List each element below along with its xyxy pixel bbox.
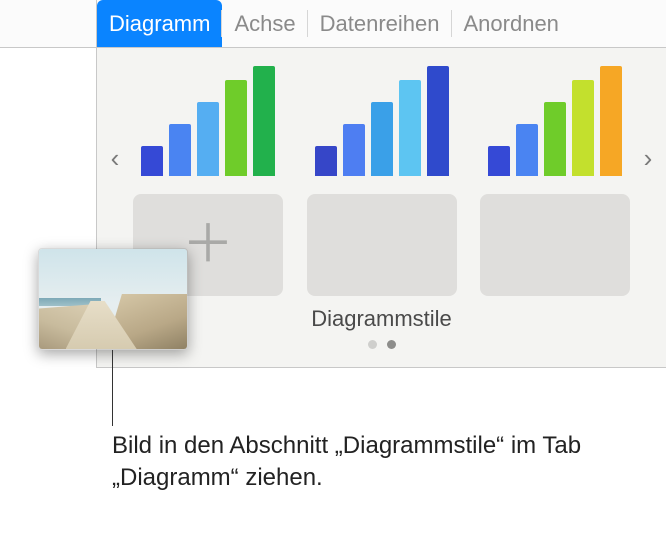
plus-icon: ＋ — [182, 219, 234, 271]
chart-bar — [488, 146, 510, 176]
chart-bar — [572, 80, 594, 176]
chart-bar — [516, 124, 538, 176]
chart-style-thumb[interactable] — [480, 66, 630, 176]
pager-dot[interactable] — [387, 340, 396, 349]
pager-dot[interactable] — [368, 340, 377, 349]
chart-bar — [253, 66, 275, 176]
chart-bar — [225, 80, 247, 176]
chart-bar — [197, 102, 219, 176]
chart-style-thumb[interactable] — [307, 66, 457, 176]
chart-bar — [315, 146, 337, 176]
tab-anordnen[interactable]: Anordnen — [452, 0, 571, 47]
tab-diagramm[interactable]: Diagramm — [97, 0, 222, 47]
chart-bar — [399, 80, 421, 176]
chart-bar — [600, 66, 622, 176]
chart-bar — [169, 124, 191, 176]
dragged-image-thumbnail[interactable] — [38, 248, 188, 350]
inspector-tabs: Diagramm Achse Datenreihen Anordnen — [97, 0, 666, 48]
chart-bar — [141, 146, 163, 176]
section-title: Diagrammstile — [133, 306, 630, 332]
chart-bar — [343, 124, 365, 176]
chart-bar — [544, 102, 566, 176]
tab-achse[interactable]: Achse — [222, 0, 307, 47]
empty-style-slot[interactable] — [307, 194, 457, 296]
empty-style-slot[interactable] — [480, 194, 630, 296]
chart-bar — [427, 66, 449, 176]
chart-bar — [371, 102, 393, 176]
callout-text: Bild in den Abschnitt „Diagrammstile“ im… — [112, 430, 632, 495]
chart-style-thumb[interactable] — [133, 66, 283, 176]
styles-pager — [133, 340, 630, 349]
panel-left-gutter — [0, 0, 96, 48]
styles-next-icon[interactable]: › — [634, 138, 662, 178]
tab-datenreihen[interactable]: Datenreihen — [308, 0, 452, 47]
chart-style-row — [133, 66, 630, 176]
styles-prev-icon[interactable]: ‹ — [101, 138, 129, 178]
custom-style-row: ＋ — [133, 194, 630, 296]
callout-leader-line — [112, 350, 113, 426]
